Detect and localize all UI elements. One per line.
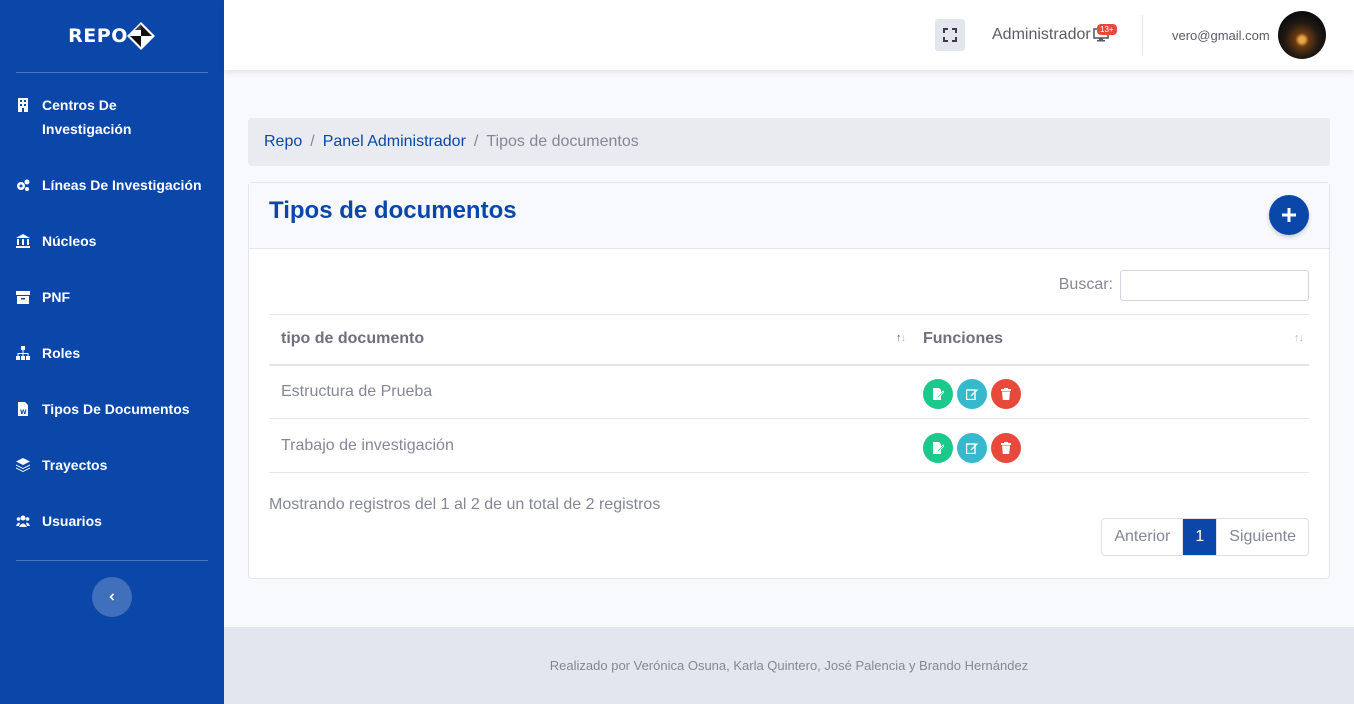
layer-group-icon <box>16 453 34 477</box>
delete-button[interactable] <box>991 378 1021 409</box>
sidebar-item-label: Roles <box>42 345 81 361</box>
footer: Realizado por Verónica Osuna, Karla Quin… <box>224 627 1354 704</box>
notification-badge: 13+ <box>1097 24 1117 35</box>
sidebar-item-label: Tipos De Documentos <box>42 401 190 417</box>
sitemap-icon <box>16 341 34 365</box>
sidebar-item-nucleos[interactable]: Núcleos <box>0 229 224 285</box>
edit-icon <box>966 388 978 400</box>
sidebar-toggle-button[interactable] <box>92 577 132 617</box>
avatar[interactable] <box>1278 11 1326 59</box>
fullscreen-button[interactable] <box>935 19 965 51</box>
sidebar-item-label: PNF <box>42 289 70 305</box>
breadcrumb: Repo / Panel Administrador / Tipos de do… <box>248 118 1330 166</box>
university-icon <box>16 229 34 253</box>
archive-icon <box>16 285 34 309</box>
chevron-left-icon <box>109 593 115 601</box>
edit-button[interactable] <box>957 378 987 409</box>
sidebar-item-label: Usuarios <box>42 513 102 529</box>
breadcrumb-link-panel[interactable]: Panel Administrador <box>323 133 466 151</box>
logo-icon <box>126 22 155 50</box>
user-role-link[interactable]: Administrador <box>992 26 1091 44</box>
breadcrumb-current: Tipos de documentos <box>486 133 639 150</box>
edit-icon <box>966 442 978 454</box>
sidebar-item-label: Núcleos <box>42 233 97 249</box>
sidebar-item-tipos-documentos[interactable]: W Tipos De Documentos <box>0 397 224 453</box>
table-header-row: tipo de documento ↑↓ Funciones ↑↓ <box>269 314 1309 366</box>
sidebar: REPO Centros De Investigación Líneas De … <box>0 0 224 704</box>
sidebar-item-centros[interactable]: Centros De Investigación <box>0 93 224 173</box>
building-icon <box>16 93 34 117</box>
brand[interactable]: REPO <box>0 0 224 72</box>
edit-button[interactable] <box>957 432 987 463</box>
pagination: Anterior 1 Siguiente <box>1101 518 1309 556</box>
sidebar-item-label: Centros De Investigación <box>42 97 132 137</box>
view-button[interactable] <box>923 432 953 463</box>
search-input[interactable] <box>1120 269 1309 301</box>
sidebar-nav: Centros De Investigación Líneas De Inves… <box>0 73 224 565</box>
column-header-label: Funciones <box>923 330 1004 348</box>
breadcrumb-link-repo[interactable]: Repo <box>264 133 302 151</box>
document-types-table: tipo de documento ↑↓ Funciones ↑↓ Estruc… <box>269 314 1309 473</box>
document-types-card: Tipos de documentos Buscar: tipo de docu… <box>248 182 1330 579</box>
table-row: Trabajo de investigación <box>269 418 1309 473</box>
trash-icon <box>1001 441 1011 454</box>
sidebar-item-pnf[interactable]: PNF <box>0 285 224 341</box>
sidebar-item-roles[interactable]: Roles <box>0 341 224 397</box>
file-signature-icon <box>933 387 944 400</box>
pagination-page-1[interactable]: 1 <box>1183 519 1217 555</box>
topbar: Administrador 13+ vero@gmail.com <box>224 0 1354 70</box>
user-email[interactable]: vero@gmail.com <box>1172 28 1270 43</box>
brand-text: REPO <box>68 25 128 47</box>
sort-icon: ↑↓ <box>1294 332 1304 344</box>
pagination-next-button[interactable]: Siguiente <box>1216 519 1308 555</box>
column-header-label: tipo de documento <box>281 330 425 348</box>
plus-icon <box>1282 208 1296 222</box>
sidebar-item-trayectos[interactable]: Trayectos <box>0 453 224 509</box>
breadcrumb-separator: / <box>473 133 479 150</box>
cogs-icon <box>16 173 34 197</box>
expand-icon <box>943 28 957 42</box>
breadcrumb-separator: / <box>310 133 315 150</box>
file-signature-icon <box>933 441 944 454</box>
topbar-divider <box>1142 15 1143 55</box>
delete-button[interactable] <box>991 432 1021 463</box>
cell-document-type: Estructura de Prueba <box>269 364 911 419</box>
sort-icon: ↑↓ <box>896 332 906 344</box>
sidebar-divider <box>16 560 208 561</box>
table-info: Mostrando registros del 1 al 2 de un tot… <box>269 496 661 513</box>
search-label: Buscar: <box>1058 276 1113 293</box>
footer-credits: Realizado por Verónica Osuna, Karla Quin… <box>549 658 1029 673</box>
sidebar-item-label: Líneas De Investigación <box>42 177 202 193</box>
cell-actions <box>911 418 1309 473</box>
view-button[interactable] <box>923 378 953 409</box>
page-title: Tipos de documentos <box>269 197 517 224</box>
pagination-previous-button[interactable]: Anterior <box>1102 519 1184 555</box>
table-row: Estructura de Prueba <box>269 364 1309 419</box>
sidebar-item-label: Trayectos <box>42 457 108 473</box>
users-icon <box>16 509 34 533</box>
file-word-icon: W <box>16 397 34 421</box>
add-document-type-button[interactable] <box>1269 195 1309 235</box>
card-header: Tipos de documentos <box>249 183 1329 249</box>
svg-text:W: W <box>20 409 27 416</box>
sidebar-item-lineas[interactable]: Líneas De Investigación <box>0 173 224 229</box>
search-row: Buscar: <box>269 269 1309 301</box>
column-header-tipo[interactable]: tipo de documento ↑↓ <box>269 314 911 366</box>
sidebar-item-usuarios[interactable]: Usuarios <box>0 509 224 565</box>
cell-document-type: Trabajo de investigación <box>269 418 911 473</box>
trash-icon <box>1001 387 1011 400</box>
column-header-funciones[interactable]: Funciones ↑↓ <box>911 314 1309 366</box>
cell-actions <box>911 364 1309 419</box>
